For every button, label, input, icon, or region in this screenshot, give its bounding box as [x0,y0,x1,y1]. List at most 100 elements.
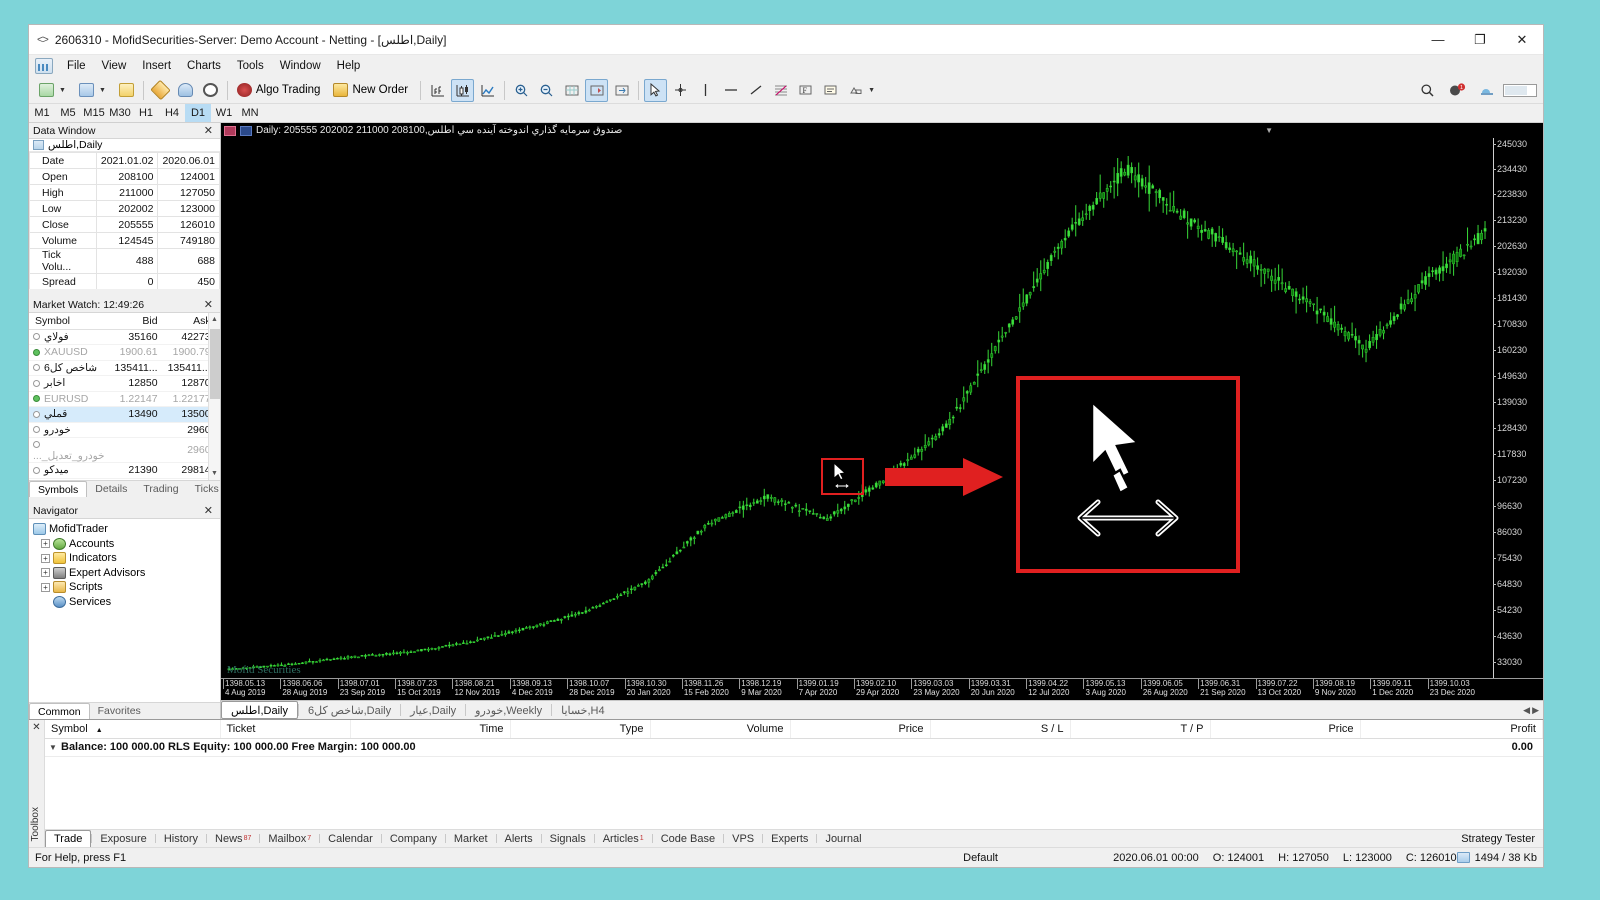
table-row[interactable]: اخابر 12850 12870 [29,375,216,392]
tab-market[interactable]: Market [446,830,496,847]
navigator-button[interactable] [199,79,222,102]
tab-scroll-left-icon[interactable]: ◀ [1523,705,1530,716]
col-profit[interactable]: Profit [1360,720,1543,739]
close-button[interactable]: ✕ [1501,25,1543,55]
tab-company[interactable]: Company [382,830,445,847]
search-button[interactable] [1416,79,1439,102]
chart-shift-end-button[interactable] [610,79,633,102]
sidebar-item-services[interactable]: Services [33,595,220,610]
sidebar-item-scripts[interactable]: + Scripts [33,580,220,595]
sidebar-item-indicators[interactable]: + Indicators [33,551,220,566]
vertical-line-tool-button[interactable] [694,79,717,102]
col-price[interactable]: Price [790,720,931,739]
tab-details[interactable]: Details [87,481,135,497]
market-watch-button[interactable] [149,79,172,102]
text-tool-button[interactable]: F [794,79,817,102]
bar-chart-button[interactable] [426,79,449,102]
col-tp[interactable]: T / P [1070,720,1211,739]
crosshair-tool-button[interactable] [669,79,692,102]
chart-tab-khasaya-h4[interactable]: خسايا,H4 [552,701,614,719]
zoom-out-button[interactable] [535,79,558,102]
col-type[interactable]: Type [510,720,651,739]
trendline-tool-button[interactable] [744,79,767,102]
tab-trade[interactable]: Trade [45,830,92,848]
menu-item-charts[interactable]: Charts [179,57,229,75]
col-sl[interactable]: S / L [930,720,1071,739]
timeframe-d1[interactable]: D1 [185,104,211,122]
profiles-button[interactable]: ▼ [75,79,113,102]
close-icon[interactable]: ✕ [201,298,216,311]
status-profile[interactable]: Default [963,852,1113,864]
tab-alerts[interactable]: Alerts [497,830,541,847]
menu-item-help[interactable]: Help [329,57,369,75]
timeframe-w1[interactable]: W1 [211,104,237,122]
chart-tab-atlas-daily[interactable]: اطلس,Daily [221,701,298,719]
cursor-tool-button[interactable] [644,78,668,102]
timeframe-h1[interactable]: H1 [133,104,159,122]
table-row[interactable]: ..._خودرو_تعديل 2960 [29,437,216,463]
expand-icon[interactable]: + [41,553,50,563]
line-chart-button[interactable] [476,79,499,102]
tab-trading[interactable]: Trading [135,481,186,497]
table-row[interactable]: قملي 13490 13500 [29,406,216,423]
close-icon[interactable]: ✕ [201,124,216,137]
trade-list-empty[interactable] [45,756,1543,829]
chart-tab-khodro-weekly[interactable]: خودرو,Weekly [466,701,551,719]
tab-common[interactable]: Common [29,703,90,720]
menu-item-tools[interactable]: Tools [229,57,272,75]
collapse-icon[interactable]: ▼ [49,743,57,752]
tab-symbols[interactable]: Symbols [29,481,88,498]
tab-calendar[interactable]: Calendar [320,830,381,847]
chart-tab-index-daily[interactable]: شاخص كل6,Daily [299,701,400,719]
sidebar-item-accounts[interactable]: + Accounts [33,537,220,552]
label-tool-button[interactable] [819,79,842,102]
timeframe-h4[interactable]: H4 [159,104,185,122]
scroll-down-icon[interactable]: ▼ [209,467,220,480]
account-summary-row[interactable]: ▼ Balance: 100 000.00 RLS Equity: 100 00… [45,739,1543,757]
price-axis[interactable]: 245030 234430 223830 213230 202630 19203… [1492,138,1543,692]
fibonacci-tool-button[interactable] [769,79,792,102]
maximize-button[interactable]: ❐ [1459,25,1501,55]
tab-mailbox[interactable]: Mailbox 7 [260,830,319,847]
timeframe-m1[interactable]: M1 [29,104,55,122]
tab-vps[interactable]: VPS [724,830,762,847]
close-icon[interactable]: ✕ [29,720,44,733]
dock-splitter[interactable] [29,289,220,297]
tab-code-base[interactable]: Code Base [653,830,723,847]
tab-experts[interactable]: Experts [763,830,816,847]
new-order-button[interactable]: New Order [329,79,415,102]
timeframe-m5[interactable]: M5 [55,104,81,122]
col-bid[interactable]: Bid [109,313,163,330]
col-price-current[interactable]: Price [1210,720,1361,739]
table-row[interactable]: خودرو 2960 [29,422,216,438]
expand-icon[interactable]: + [41,568,50,578]
shapes-tool-button[interactable]: ▼ [844,79,882,102]
strategy-tester-label[interactable]: Strategy Tester [1453,830,1543,847]
scroll-up-icon[interactable]: ▲ [209,313,220,326]
data-window-button[interactable] [174,79,197,102]
tree-root-mofidtrader[interactable]: MofidTrader [33,522,220,537]
menu-item-window[interactable]: Window [272,57,329,75]
tab-favorites[interactable]: Favorites [90,703,149,719]
col-symbol[interactable]: Symbol [29,313,110,330]
col-ticket[interactable]: Ticket [220,720,351,739]
open-data-folder-button[interactable] [115,79,138,102]
scrollbar-thumb[interactable] [210,329,220,399]
tab-exposure[interactable]: Exposure [92,830,154,847]
minimize-button[interactable]: — [1417,25,1459,55]
chart-menu-icon[interactable]: ▼ [1265,126,1273,135]
horizontal-line-tool-button[interactable] [719,79,742,102]
chart-shift-button[interactable] [560,79,583,102]
table-row[interactable]: متن. 15750 15900 [29,478,216,480]
algo-trading-button[interactable]: Algo Trading [233,79,328,102]
timeframe-m30[interactable]: M30 [107,104,133,122]
menu-item-insert[interactable]: Insert [134,57,179,75]
tab-signals[interactable]: Signals [542,830,594,847]
table-row[interactable]: EURUSD 1.22147 1.22177 [29,391,216,407]
zoom-in-button[interactable] [510,79,533,102]
tab-journal[interactable]: Journal [817,830,869,847]
notifications-button[interactable]: 1 [1445,79,1469,102]
new-chart-button[interactable]: ▼ [35,79,73,102]
timeframe-m15[interactable]: M15 [81,104,107,122]
chart-plot-area[interactable]: 245030 234430 223830 213230 202630 19203… [221,138,1543,692]
